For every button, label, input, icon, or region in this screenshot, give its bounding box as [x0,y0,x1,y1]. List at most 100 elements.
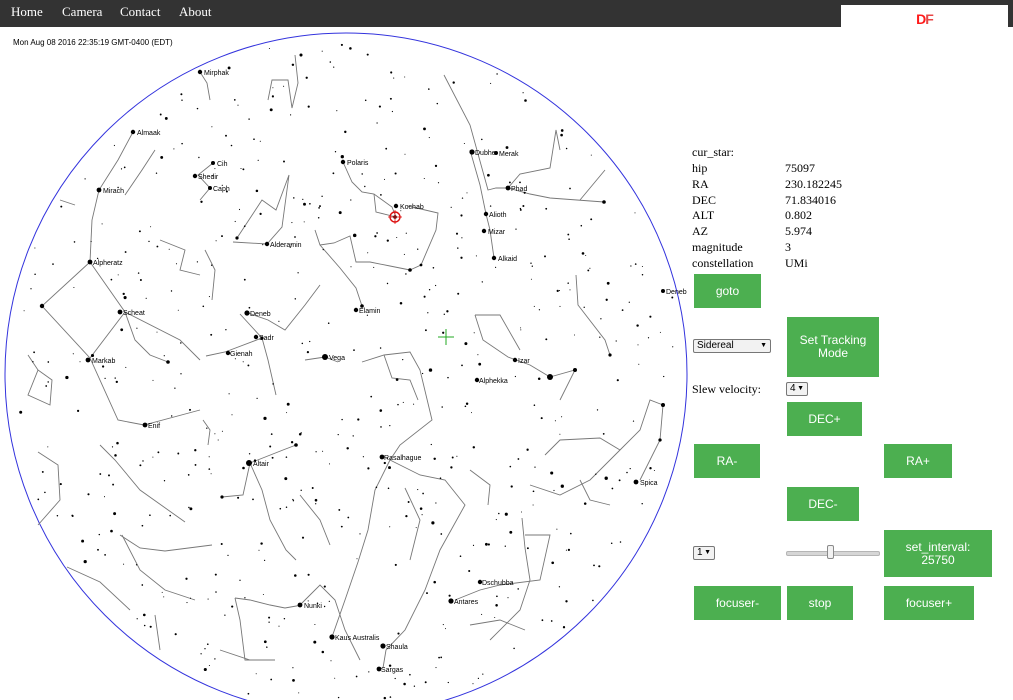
star [332,172,335,175]
star [605,298,608,301]
star [306,350,310,354]
star [160,155,164,159]
star [152,456,154,458]
star-label: Enif [148,423,160,430]
star [610,542,613,544]
star [589,267,591,269]
star [303,202,306,206]
focuser-plus-button[interactable]: focuser+ [884,586,974,620]
star [337,696,340,699]
focuser-minus-button[interactable]: focuser- [694,586,781,620]
star [353,307,359,313]
set-interval-button[interactable]: set_interval: 25750 [884,530,992,577]
star [421,372,424,375]
set-tracking-mode-button[interactable]: Set Tracking Mode [787,317,879,377]
star [653,469,655,472]
star [138,230,141,233]
star [52,263,54,265]
dec-plus-button[interactable]: DEC+ [787,402,862,436]
star [380,643,386,649]
star [238,208,241,211]
constellation-line [124,149,156,196]
nav-contact[interactable]: Contact [120,4,160,20]
nav-camera[interactable]: Camera [62,4,102,20]
star [340,155,344,159]
star [227,554,229,557]
interval-slider-thumb[interactable] [826,545,834,559]
goto-button[interactable]: goto [694,274,761,308]
star [417,489,419,491]
star [181,99,183,101]
star [271,95,274,98]
nav-about[interactable]: About [179,4,212,20]
star [327,322,330,324]
star-map[interactable]: Mirphak Almaak Cih Shedir Caph Mirach Polaris K… [0,27,690,700]
star [214,433,216,435]
star [256,397,258,400]
star-label: Caph [213,186,230,193]
tracking-mode-select[interactable]: Sidereal ▼ [693,339,771,353]
star [164,116,168,120]
star [475,255,477,257]
star [632,420,635,422]
ra-minus-button[interactable]: RA- [694,444,760,478]
nav-home[interactable]: Home [11,4,43,20]
dec-minus-button[interactable]: DEC- [787,487,859,521]
constellation-line [469,469,491,506]
selected-star-marker[interactable] [388,210,402,224]
star [341,418,343,421]
star [604,476,608,480]
interval-select[interactable]: 1 ▼ [693,546,715,560]
star-label: Shaula [386,644,408,651]
star [264,241,270,247]
star [242,168,245,171]
star-label: Polaris [347,160,369,167]
star [234,220,236,223]
star [186,602,188,604]
star [366,53,369,56]
star [470,412,473,414]
ra-plus-button[interactable]: RA+ [884,444,952,478]
star [495,519,497,521]
star [367,252,369,254]
star [451,456,454,459]
star [98,533,101,536]
star [224,614,226,616]
star [435,502,437,504]
star [231,605,234,608]
star [413,403,415,405]
star [59,483,62,486]
star [600,318,602,320]
constellation-line [119,534,213,552]
star [208,456,210,458]
star [262,593,264,596]
constellation-line [474,314,551,378]
star [558,586,561,588]
star [405,273,407,275]
star [321,650,325,654]
star [389,425,391,427]
star [477,354,479,356]
star [473,332,475,334]
star [117,274,119,276]
stop-button[interactable]: stop [787,586,853,620]
star [294,236,296,238]
star [301,342,304,345]
star [403,253,405,255]
constellation-line [159,239,201,276]
star [419,263,423,267]
constellation-line [383,354,419,401]
star [393,203,399,209]
star [47,381,49,383]
star-label: Mirach [103,188,124,195]
star [244,597,246,599]
star-label: Markab [92,358,115,365]
constellation-line [59,199,76,206]
star [395,378,399,381]
slew-velocity-select[interactable]: 4 ▼ [786,382,808,396]
star [422,492,424,495]
star-label: Spica [640,480,658,487]
star [465,402,469,406]
star [509,530,513,534]
star [440,533,443,535]
